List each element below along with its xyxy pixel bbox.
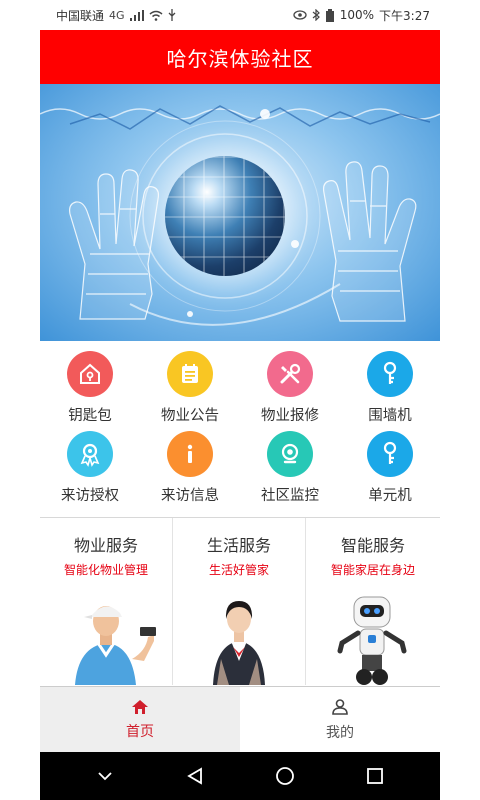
robot-illustration — [337, 596, 407, 685]
service-grid: 钥匙包 物业公告 物业报修 围墙机 来访授权 来访信息 社区监控 单元机 — [40, 341, 440, 505]
grid-item-property-repair[interactable]: 物业报修 — [240, 345, 340, 425]
battery-level: 100% — [339, 8, 375, 22]
status-bar: 中国联通 4G 100% 下午3:27 — [40, 0, 440, 30]
tab-profile[interactable]: 我的 — [240, 687, 440, 752]
system-nav-bar — [40, 752, 440, 800]
service-cards: 物业服务 智能化物业管理 生活服务 生活好管家 智能服务 智能家居在身边 — [40, 517, 440, 685]
status-left: 中国联通 4G — [56, 7, 176, 24]
phone-screen: 中国联通 4G 100% 下午3:27 哈尔滨体验社区 钥匙包 物业公告 物业报… — [40, 0, 440, 800]
award-badge-icon — [67, 431, 113, 477]
key-icon — [367, 431, 413, 477]
eye-icon — [293, 10, 307, 20]
banner-image[interactable] — [40, 84, 440, 341]
house-key-icon — [67, 351, 113, 397]
usb-icon — [168, 9, 176, 21]
grid-label: 物业报修 — [261, 408, 319, 424]
globe-illustration — [165, 156, 285, 276]
square-recents-icon — [367, 768, 383, 784]
grid-item-community-monitor[interactable]: 社区监控 — [240, 425, 340, 505]
card-subtitle: 生活好管家 — [208, 563, 269, 577]
info-icon — [167, 431, 213, 477]
globe-grid — [165, 156, 285, 276]
back-triangle-icon — [187, 767, 202, 785]
user-icon — [332, 698, 348, 715]
grid-label: 单元机 — [368, 488, 412, 504]
card-subtitle: 智能家居在身边 — [330, 563, 415, 577]
grid-label: 来访授权 — [61, 488, 119, 504]
card-subtitle: 智能化物业管理 — [63, 563, 148, 577]
card-title: 智能服务 — [340, 536, 405, 555]
left-hand-illustration — [69, 169, 160, 320]
grid-item-wall-unit[interactable]: 围墙机 — [340, 345, 440, 425]
circle-home-icon — [276, 767, 294, 785]
card-smart-service[interactable]: 智能服务 智能家居在身边 — [306, 518, 440, 685]
clock: 下午3:27 — [379, 8, 430, 23]
grid-label: 围墙机 — [368, 408, 412, 424]
chevron-down-icon — [98, 772, 112, 781]
wifi-icon — [149, 10, 163, 21]
tab-home[interactable]: 首页 — [40, 687, 240, 752]
card-title: 生活服务 — [206, 536, 271, 555]
recents-button[interactable] — [353, 754, 397, 798]
grid-item-property-notice[interactable]: 物业公告 — [140, 345, 240, 425]
tab-label: 我的 — [326, 724, 354, 741]
grid-label: 来访信息 — [161, 488, 219, 504]
home-icon — [132, 699, 148, 714]
network-type: 4G — [109, 8, 125, 22]
battery-icon — [325, 8, 334, 22]
grid-label: 物业公告 — [161, 408, 219, 424]
grid-label: 钥匙包 — [68, 408, 112, 424]
home-button[interactable] — [263, 754, 307, 798]
grid-item-key-bag[interactable]: 钥匙包 — [40, 345, 140, 425]
card-title: 物业服务 — [73, 536, 138, 555]
carrier-name: 中国联通 — [56, 8, 105, 23]
repair-tools-icon — [267, 351, 313, 397]
bluetooth-icon — [312, 9, 320, 21]
app-header: 哈尔滨体验社区 — [40, 30, 440, 84]
attendant-illustration — [213, 601, 265, 685]
collapse-button[interactable] — [83, 754, 127, 798]
card-life-service[interactable]: 生活服务 生活好管家 — [173, 518, 306, 685]
bottom-tab-bar: 首页 我的 — [40, 686, 440, 752]
key-icon — [367, 351, 413, 397]
camera-icon — [267, 431, 313, 477]
page-title: 哈尔滨体验社区 — [166, 46, 314, 71]
grid-label: 社区监控 — [261, 488, 319, 504]
signal-icon — [129, 9, 144, 21]
grid-item-unit-machine[interactable]: 单元机 — [340, 425, 440, 505]
back-button[interactable] — [173, 754, 217, 798]
worker-illustration — [75, 606, 156, 685]
grid-item-visitor-auth[interactable]: 来访授权 — [40, 425, 140, 505]
tab-label: 首页 — [126, 723, 154, 740]
right-hand-illustration — [322, 161, 417, 322]
card-property-service[interactable]: 物业服务 智能化物业管理 — [40, 518, 173, 685]
status-right: 100% 下午3:27 — [293, 7, 430, 24]
grid-item-visitor-info[interactable]: 来访信息 — [140, 425, 240, 505]
notice-icon — [167, 351, 213, 397]
